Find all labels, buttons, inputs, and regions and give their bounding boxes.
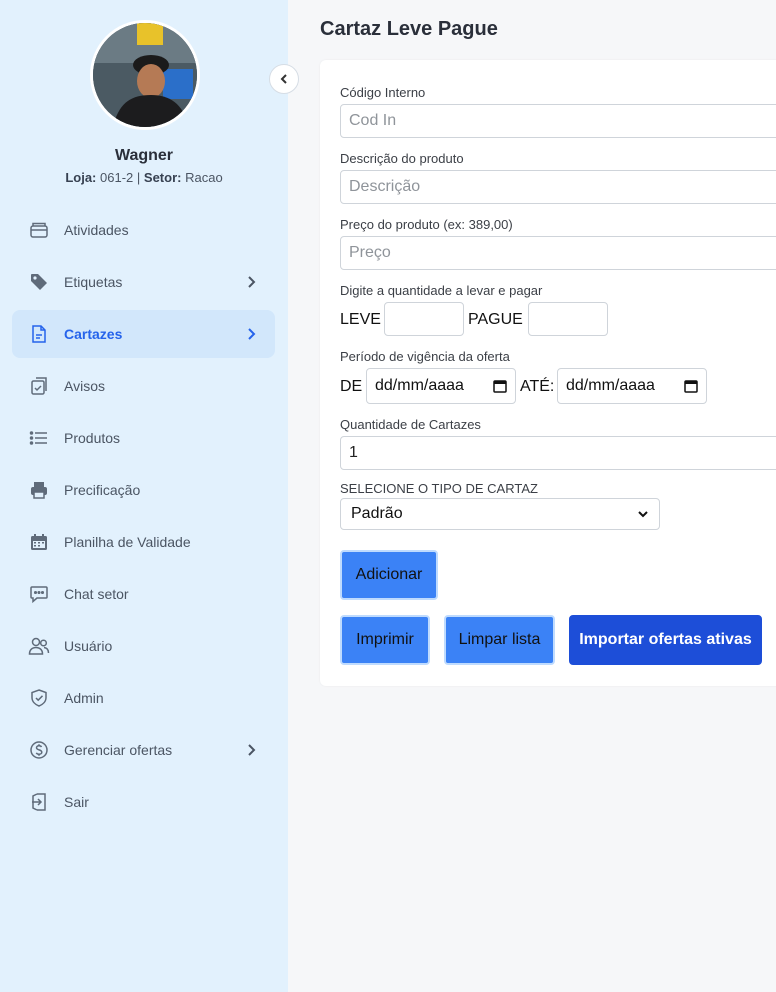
leve-input[interactable]	[384, 302, 464, 336]
chat-icon	[28, 583, 50, 605]
sidebar-item-atividades[interactable]: Atividades	[12, 206, 275, 254]
sidebar-item-gerenciar-ofertas[interactable]: Gerenciar ofertas	[12, 726, 275, 774]
sidebar-item-label: Usuário	[64, 638, 113, 654]
importar-ofertas-button[interactable]: Importar ofertas ativas	[569, 615, 762, 665]
de-label: DE	[340, 378, 363, 395]
inbox-icon	[28, 219, 50, 241]
list-icon	[28, 427, 50, 449]
sidebar-item-usuario[interactable]: Usuário	[12, 622, 275, 670]
sidebar-item-planilha-validade[interactable]: Planilha de Validade	[12, 518, 275, 566]
sidebar-item-avisos[interactable]: Avisos	[12, 362, 275, 410]
sidebar-item-label: Atividades	[64, 222, 129, 238]
ate-label: ATÉ:	[520, 378, 555, 395]
sidebar-item-label: Gerenciar ofertas	[64, 742, 173, 758]
users-icon	[28, 635, 50, 657]
tag-icon	[28, 271, 50, 293]
clipboard-check-icon	[28, 375, 50, 397]
meta-separator: |	[136, 170, 141, 185]
user-meta: Loja: 061-2 | Setor: Racao	[0, 170, 288, 185]
tipo-cartaz-select[interactable]: Padrão	[340, 498, 660, 530]
sidebar-item-label: Produtos	[64, 430, 121, 446]
loja-value: 061-2	[100, 170, 134, 185]
calendar-icon	[493, 380, 507, 393]
qtd-cartazes-value: 1	[349, 444, 358, 461]
tipo-cartaz-label: SELECIONE O TIPO DE CARTAZ	[340, 481, 538, 496]
adicionar-button[interactable]: Adicionar	[340, 550, 438, 600]
quantidade-label: Digite a quantidade a levar e pagar	[340, 283, 543, 298]
loja-label: Loja:	[65, 170, 97, 185]
pague-input[interactable]	[528, 302, 608, 336]
chevron-right-icon	[248, 276, 256, 288]
sidebar-item-sair[interactable]: Sair	[12, 778, 275, 826]
preco-input[interactable]: Preço	[340, 236, 776, 270]
logout-icon	[28, 791, 50, 813]
tipo-cartaz-value: Padrão	[351, 505, 403, 522]
codigo-placeholder: Cod In	[349, 112, 397, 129]
chevron-right-icon	[248, 744, 256, 756]
preco-label: Preço do produto (ex: 389,00)	[340, 217, 513, 232]
chevron-down-icon	[638, 511, 648, 518]
setor-label: Setor:	[143, 170, 182, 185]
qtd-cartazes-label: Quantidade de Cartazes	[340, 417, 481, 432]
sidebar-item-etiquetas[interactable]: Etiquetas	[12, 258, 275, 306]
chevron-left-icon	[280, 74, 287, 84]
codigo-input[interactable]: Cod In	[340, 104, 776, 138]
avatar-photo	[93, 23, 197, 127]
date-to-input[interactable]: dd/mm/aaaa	[557, 368, 707, 404]
sidebar: Wagner Loja: 061-2 | Setor: Racao Ativid…	[0, 0, 288, 992]
descricao-label: Descrição do produto	[340, 151, 464, 166]
setor-value: Racao	[185, 170, 223, 185]
user-name: Wagner	[114, 147, 174, 164]
date-to-value: dd/mm/aaaa	[566, 377, 655, 394]
sidebar-item-label: Chat setor	[64, 586, 129, 602]
sidebar-item-label: Admin	[64, 690, 104, 706]
pague-label: PAGUE	[468, 311, 523, 328]
calendar-icon	[28, 531, 50, 553]
sidebar-item-label: Etiquetas	[64, 274, 123, 290]
sidebar-item-produtos[interactable]: Produtos	[12, 414, 275, 462]
collapse-sidebar-button[interactable]	[269, 64, 299, 94]
date-from-input[interactable]: dd/mm/aaaa	[366, 368, 516, 404]
avatar	[90, 20, 200, 130]
sidebar-item-label: Cartazes	[64, 326, 123, 342]
leve-label: LEVE	[340, 311, 381, 328]
descricao-placeholder: Descrição	[349, 178, 421, 195]
sidebar-item-precificacao[interactable]: Precificação	[12, 466, 275, 514]
file-icon	[28, 323, 50, 345]
shield-check-icon	[28, 687, 50, 709]
sidebar-item-label: Precificação	[64, 482, 141, 498]
codigo-label: Código Interno	[340, 85, 426, 100]
descricao-input[interactable]: Descrição	[340, 170, 776, 204]
date-from-value: dd/mm/aaaa	[375, 377, 464, 394]
imprimir-button[interactable]: Imprimir	[340, 615, 430, 665]
sidebar-item-admin[interactable]: Admin	[12, 674, 275, 722]
sidebar-item-chat-setor[interactable]: Chat setor	[12, 570, 275, 618]
limpar-lista-button[interactable]: Limpar lista	[444, 615, 555, 665]
periodo-label: Período de vigência da oferta	[340, 349, 510, 364]
qtd-cartazes-input[interactable]: 1	[340, 436, 776, 470]
dollar-circle-icon	[28, 739, 50, 761]
sidebar-menu: Atividades Etiquetas Cartazes Avisos Pro…	[12, 206, 275, 830]
printer-icon	[28, 479, 50, 501]
sidebar-item-label: Avisos	[64, 378, 105, 394]
page-title: Cartaz Leve Pague	[320, 18, 498, 40]
sidebar-item-cartazes[interactable]: Cartazes	[12, 310, 275, 358]
calendar-icon	[684, 380, 698, 393]
chevron-right-icon	[248, 328, 256, 340]
preco-placeholder: Preço	[349, 244, 391, 261]
sidebar-item-label: Planilha de Validade	[64, 534, 191, 550]
sidebar-item-label: Sair	[64, 794, 89, 810]
